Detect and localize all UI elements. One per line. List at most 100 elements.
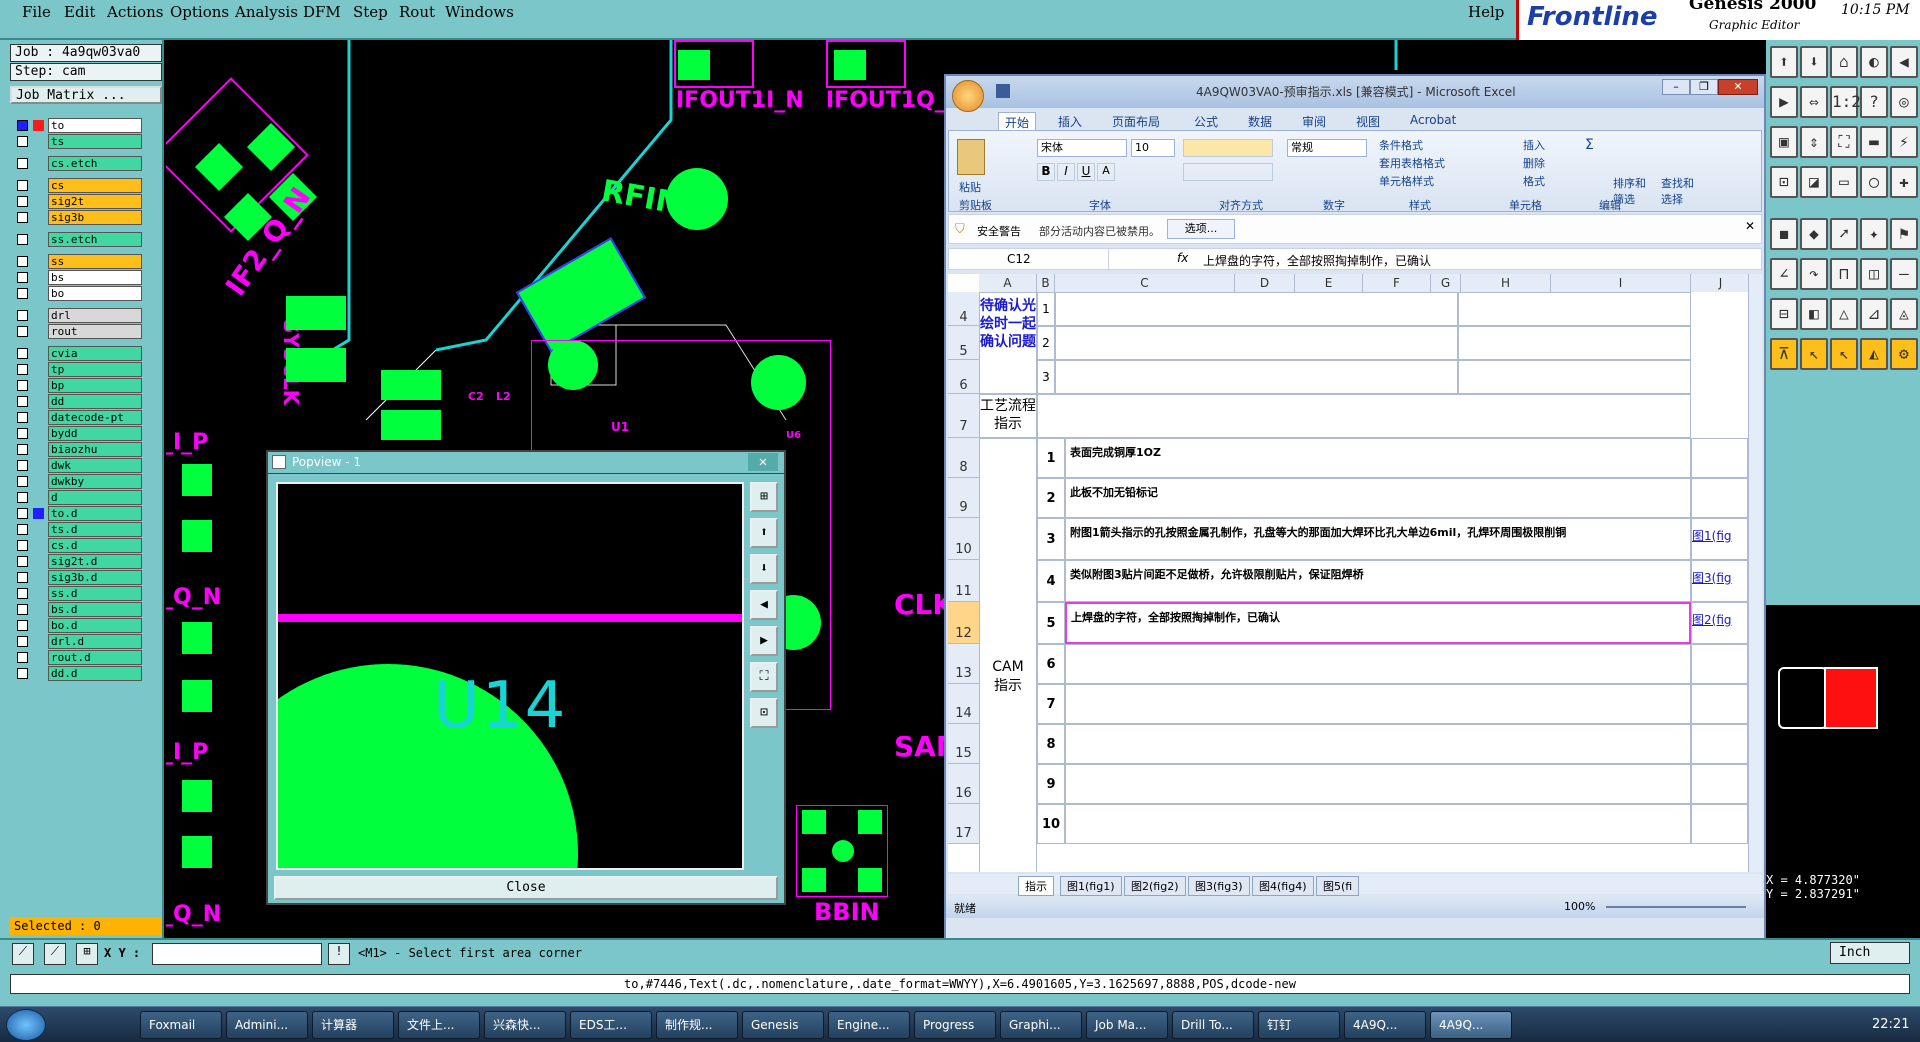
zoom-slider[interactable] — [1606, 906, 1746, 908]
layer-checkbox[interactable] — [17, 668, 28, 679]
tool-button-icon[interactable]: ◯ — [1860, 166, 1888, 198]
tool-button-icon[interactable]: ∠ — [1770, 258, 1798, 290]
item-text[interactable] — [1065, 684, 1691, 724]
item-number[interactable]: 1 — [1037, 438, 1065, 478]
row-header[interactable]: 17 — [948, 804, 979, 844]
item-link[interactable] — [1691, 438, 1748, 478]
item-text[interactable] — [1065, 724, 1691, 764]
job-matrix-button[interactable]: Job Matrix ... — [10, 86, 162, 104]
taskbar-button[interactable]: 钉钉 — [1258, 1011, 1340, 1039]
ribbon-tab-6[interactable]: 视图 — [1350, 112, 1386, 131]
tool-button-icon[interactable]: ▭ — [1830, 166, 1858, 198]
row-number[interactable]: 2 — [1037, 326, 1055, 360]
layer-row[interactable]: bp — [12, 378, 142, 393]
column-header[interactable]: A — [979, 274, 1037, 292]
layer-checkbox[interactable] — [17, 524, 28, 535]
zoom-tool-icon[interactable]: ⬇ — [750, 554, 778, 584]
tool-button-icon[interactable]: ↷ — [1800, 258, 1828, 290]
layer-checkbox[interactable] — [17, 396, 28, 407]
tool-button-icon[interactable]: ⛶ — [1830, 126, 1858, 158]
layer-checkbox[interactable] — [17, 136, 28, 147]
ribbon-tab-2[interactable]: 页面布局 — [1106, 112, 1166, 131]
ribbon-tab-3[interactable]: 公式 — [1188, 112, 1224, 131]
item-text[interactable]: 此板不加无铅标记 — [1065, 478, 1691, 518]
item-number[interactable]: 10 — [1037, 804, 1065, 844]
layer-row[interactable]: drl.d — [12, 634, 142, 649]
column-header[interactable]: C — [1055, 274, 1235, 292]
format-as-table-button[interactable]: 套用表格格式 — [1379, 155, 1445, 171]
row-header[interactable]: 9 — [948, 478, 979, 518]
layer-checkbox[interactable] — [17, 444, 28, 455]
item-number[interactable]: 4 — [1037, 560, 1065, 602]
tool-button-icon[interactable]: ⚡ — [1890, 126, 1918, 158]
cell[interactable] — [1055, 360, 1458, 394]
tool-button-icon[interactable]: ◫ — [1860, 258, 1888, 290]
cell[interactable] — [1055, 326, 1458, 360]
layer-checkbox[interactable] — [17, 604, 28, 615]
layer-row[interactable]: bo — [12, 286, 142, 301]
font-name-select[interactable]: 宋体 — [1037, 139, 1127, 157]
item-number[interactable]: 8 — [1037, 724, 1065, 764]
layer-checkbox[interactable] — [17, 476, 28, 487]
layer-checkbox[interactable] — [17, 288, 28, 299]
item-link[interactable] — [1691, 724, 1748, 764]
item-link[interactable]: 图3(fig — [1691, 560, 1748, 602]
vertical-scrollbar[interactable] — [1748, 274, 1762, 872]
item-link[interactable] — [1691, 684, 1748, 724]
sheet-tab[interactable]: 图2(fig2) — [1124, 876, 1186, 896]
layer-checkbox[interactable] — [17, 196, 28, 207]
zoom-tool-icon[interactable]: ⊞ — [750, 482, 778, 512]
item-text[interactable]: 附图1箭头指示的孔按照金属孔制作，孔盘等大的那面加大焊环比孔大单边6mil，孔焊… — [1065, 518, 1691, 560]
layer-checkbox[interactable] — [17, 556, 28, 567]
layer-row[interactable]: ss.d — [12, 586, 142, 601]
taskbar-button[interactable]: Graphi... — [1000, 1011, 1082, 1039]
tool-button-icon[interactable]: ▶ — [1770, 86, 1798, 118]
layer-checkbox[interactable] — [17, 256, 28, 267]
item-text[interactable]: 上焊盘的字符，全部按照掏掉制作，已确认 — [1065, 602, 1691, 644]
save-icon[interactable] — [996, 84, 1010, 98]
row-header[interactable]: 12 — [948, 602, 979, 644]
item-number[interactable]: 9 — [1037, 764, 1065, 804]
column-header[interactable]: I — [1551, 274, 1691, 292]
layer-checkbox[interactable] — [17, 364, 28, 375]
tool-button-icon[interactable]: ⬇ — [1800, 46, 1828, 78]
row-header[interactable]: 11 — [948, 560, 979, 602]
item-text[interactable] — [1065, 644, 1691, 684]
measure-icon[interactable]: ⟋ — [44, 943, 66, 965]
tool-button-icon[interactable]: ? — [1860, 86, 1888, 118]
minimize-icon[interactable]: – — [1662, 79, 1690, 95]
units-select[interactable]: Inch — [1830, 942, 1910, 964]
layer-checkbox[interactable] — [17, 540, 28, 551]
font-size-select[interactable]: 10 — [1131, 139, 1175, 157]
layer-row[interactable]: dd.d — [12, 666, 142, 681]
sheet-tab[interactable]: 图5(fi — [1316, 876, 1360, 896]
alignment-buttons[interactable] — [1183, 139, 1273, 183]
layer-checkbox[interactable] — [17, 272, 28, 283]
layer-row[interactable]: cs.etch — [12, 156, 142, 171]
row-header[interactable]: 13 — [948, 644, 979, 684]
column-header[interactable]: G — [1431, 274, 1461, 292]
layer-checkbox[interactable] — [17, 588, 28, 599]
item-number[interactable]: 6 — [1037, 644, 1065, 684]
tool-button-icon[interactable]: ⊿ — [1860, 298, 1888, 330]
restore-icon[interactable]: ❐ — [1690, 79, 1718, 95]
menu-actions[interactable]: Actions — [107, 3, 163, 21]
layer-row[interactable]: bs.d — [12, 602, 142, 617]
sheet-tab[interactable]: 图3(fig3) — [1188, 876, 1250, 896]
cell[interactable] — [1458, 292, 1691, 326]
layer-checkbox[interactable] — [17, 508, 28, 519]
xy-input[interactable] — [152, 943, 322, 965]
menu-help[interactable]: Help — [1468, 3, 1504, 21]
item-number[interactable]: 7 — [1037, 684, 1065, 724]
insert-cells-button[interactable]: 插入 — [1523, 137, 1545, 153]
tool-button-icon[interactable]: ◆ — [1800, 218, 1828, 250]
taskbar-button[interactable]: 4A9Q... — [1344, 1011, 1426, 1039]
item-link[interactable] — [1691, 804, 1748, 844]
taskbar-button[interactable]: Progress — [914, 1011, 996, 1039]
tool-button-icon[interactable]: ⚑ — [1890, 218, 1918, 250]
menu-rout[interactable]: Rout — [399, 3, 435, 21]
item-link[interactable]: 图1(fig — [1691, 518, 1748, 560]
excel-titlebar[interactable]: 4A9QW03VA0-预审指示.xls [兼容模式] - Microsoft E… — [946, 76, 1764, 112]
column-header[interactable]: F — [1363, 274, 1431, 292]
layer-checkbox[interactable] — [17, 234, 28, 245]
